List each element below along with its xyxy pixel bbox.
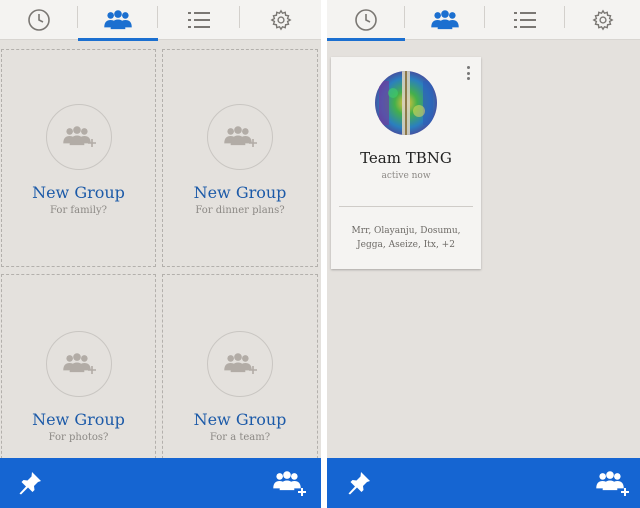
new-group-subtitle: For dinner plans? [195,205,285,216]
new-group-title: New Group [193,183,287,202]
bottom-action-bar [327,458,640,508]
group-icon [102,9,134,31]
add-group-circle [46,331,112,397]
add-group-icon [224,126,257,147]
right-screen: Team TBNG active now Mrr, Olayanju, Dosu… [327,0,640,508]
pin-icon [348,472,370,495]
new-group-card[interactable]: New Group For photos? [1,274,156,464]
new-group-title: New Group [32,183,125,202]
add-group-button[interactable] [595,467,631,499]
add-group-icon [273,471,306,496]
add-group-icon [63,353,96,374]
clock-icon [355,9,377,31]
new-group-title: New Group [32,410,125,429]
group-status: active now [381,171,431,181]
overflow-menu-button[interactable] [465,66,471,80]
add-group-button[interactable] [272,467,308,499]
new-group-card[interactable]: New Group For family? [1,49,156,267]
list-icon [188,12,210,28]
gear-icon [591,9,614,31]
tab-bar [0,0,321,41]
tab-settings[interactable] [565,0,640,40]
group-card[interactable]: Team TBNG active now Mrr, Olayanju, Dosu… [331,57,481,269]
add-group-circle [207,331,273,397]
left-screen: New Group For family? New Group For dinn… [0,0,321,508]
add-group-circle [46,104,112,170]
add-group-icon [224,353,257,374]
group-name: Team TBNG [360,149,452,167]
add-group-icon [63,126,96,147]
members-line: Jegga, Aseize, Itx, +2 [357,240,455,250]
members-line: Mrr, Olayanju, Dosumu, [351,226,461,236]
clock-icon [28,9,50,31]
new-group-subtitle: For family? [50,205,107,216]
divider [339,206,473,207]
pin-button[interactable] [343,467,375,499]
tab-bar [327,0,640,41]
pin-icon [19,472,41,495]
tab-list[interactable] [485,0,565,40]
tab-recent[interactable] [327,0,405,41]
tab-groups[interactable] [78,0,158,41]
tab-settings[interactable] [240,0,321,40]
group-icon [429,9,461,31]
new-group-card[interactable]: New Group For dinner plans? [162,49,318,267]
tab-groups[interactable] [405,0,485,40]
list-icon [514,12,536,28]
new-group-title: New Group [193,410,287,429]
new-group-subtitle: For a team? [209,432,271,443]
bottom-action-bar [0,458,321,508]
pin-button[interactable] [14,467,46,499]
tab-recent[interactable] [0,0,78,40]
group-avatar [375,71,437,135]
add-group-circle [207,104,273,170]
add-group-icon [596,471,629,496]
gear-icon [269,9,292,31]
tab-list[interactable] [158,0,240,40]
group-members: Mrr, Olayanju, Dosumu, Jegga, Aseize, It… [339,224,473,252]
new-group-subtitle: For photos? [48,432,109,443]
new-group-card[interactable]: New Group For a team? [162,274,318,464]
